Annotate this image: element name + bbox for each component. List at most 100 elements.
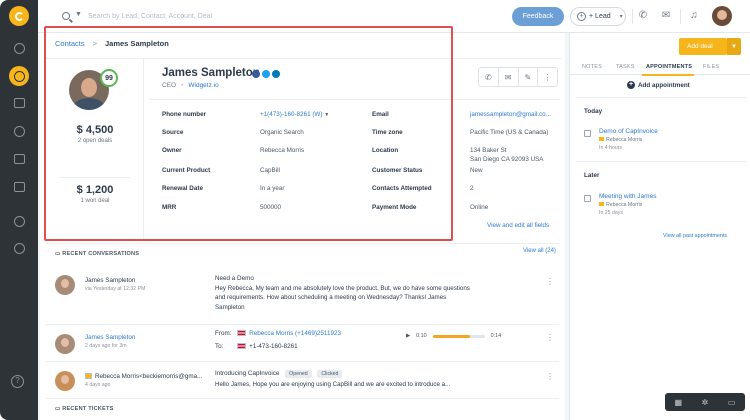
divider xyxy=(576,161,746,162)
divider xyxy=(632,9,633,24)
call-icon[interactable]: ✆ xyxy=(479,68,499,86)
contacts-nav-icon[interactable] xyxy=(11,40,27,56)
field-value: 134 Baker St xyxy=(470,147,507,154)
help-icon[interactable]: ? xyxy=(11,375,24,388)
call-to: To: +1-473-160-8261 xyxy=(215,343,298,350)
edit-icon[interactable]: ✎ xyxy=(519,68,539,86)
search-input[interactable] xyxy=(88,9,328,24)
field-value: In a year xyxy=(260,185,285,192)
won-deals-stat[interactable]: $ 1,200 1 won deal xyxy=(46,184,144,204)
call-log-item[interactable]: James Sampleton 2 days ago for 3m From: … xyxy=(46,325,559,362)
settings-nav-icon[interactable] xyxy=(11,240,27,256)
field-label: Customer Status xyxy=(372,167,423,174)
us-flag-icon xyxy=(237,330,247,337)
won-deals-amount: $ 1,200 xyxy=(76,184,114,196)
play-icon[interactable]: ▶ xyxy=(406,333,410,339)
view-all-conversations-link[interactable]: View all (24) xyxy=(523,248,556,254)
twitter-icon[interactable] xyxy=(262,70,270,78)
feedback-button[interactable]: Feedback xyxy=(512,7,564,26)
profile-nav-icon[interactable] xyxy=(9,66,29,86)
dot-separator: • xyxy=(181,82,184,89)
facebook-icon[interactable] xyxy=(252,70,260,78)
add-lead-button[interactable]: + + Lead ▾ xyxy=(570,7,626,26)
linkedin-icon[interactable] xyxy=(272,70,280,78)
open-deals-stat[interactable]: $ 4,500 2 open deals xyxy=(46,124,144,144)
field-label: Email xyxy=(372,111,389,118)
open-deals-label: 2 open deals xyxy=(77,138,113,144)
conversation-sender[interactable]: James Sampleton xyxy=(85,334,135,341)
won-deals-label: 1 won deal xyxy=(80,198,110,204)
avatar xyxy=(55,275,75,295)
recent-conversations-heading: ▭ RECENT CONVERSATIONS xyxy=(55,251,140,257)
email-value[interactable]: jamessampleton@gmail.co... xyxy=(470,111,551,118)
chevron-down-icon[interactable]: ▼ xyxy=(75,11,82,18)
field-label: Owner xyxy=(162,147,182,154)
open-deals-amount: $ 4,500 xyxy=(76,124,114,136)
breadcrumb-contacts-link[interactable]: Contacts xyxy=(55,39,85,48)
grid-icon[interactable]: ▦ xyxy=(665,393,692,411)
activity-tabs: NOTES TASKS APPOINTMENTS FILES xyxy=(570,62,750,76)
contact-role: CEO xyxy=(162,82,177,89)
bell-icon[interactable]: ♫ xyxy=(688,10,700,22)
add-deal-button[interactable]: Add deal xyxy=(679,38,727,55)
tab-appointments[interactable]: APPOINTMENTS xyxy=(646,64,692,70)
search-icon[interactable] xyxy=(62,12,70,20)
plus-icon: + xyxy=(627,81,635,89)
app-window: ? ▼ Feedback + + Lead ▾ ✆ ✉ ♫ Contacts >… xyxy=(0,0,750,420)
conversation-time: 4 days ago xyxy=(85,382,111,388)
more-icon[interactable]: ⋮ xyxy=(546,333,554,342)
view-past-appointments-link[interactable]: View all past appointments xyxy=(663,233,727,239)
breadcrumb-separator: > xyxy=(92,39,97,48)
contact-profile-card: 99 $ 4,500 2 open deals $ 1,200 1 won de… xyxy=(46,58,561,248)
more-icon[interactable]: ⋮ xyxy=(538,68,557,86)
email-item[interactable]: Rebecca Morris<beckiemorris@gma... 4 day… xyxy=(46,362,559,399)
phone-value[interactable]: +1(473)-160-8261 (W) ▼ xyxy=(260,111,329,118)
avatar xyxy=(55,371,75,391)
more-icon[interactable]: ⋮ xyxy=(546,372,554,381)
playback-progress[interactable] xyxy=(432,334,485,338)
tools-icon[interactable]: ✲ xyxy=(692,393,719,411)
field-value: Organic Search xyxy=(260,129,304,136)
field-value: San Diego CA 92093 USA xyxy=(470,156,544,163)
phone-icon[interactable]: ✆ xyxy=(637,10,649,22)
add-appointment-button[interactable]: + Add appointment xyxy=(627,81,690,89)
mail-icon[interactable]: ✉ xyxy=(660,10,672,22)
view-all-fields-link[interactable]: View and edit all fields xyxy=(487,222,549,229)
field-label: Contacts Attempted xyxy=(372,185,432,192)
contact-summary-column: 99 $ 4,500 2 open deals $ 1,200 1 won de… xyxy=(46,59,144,239)
appointment-title[interactable]: Demo of CapInvoice xyxy=(599,128,658,135)
conversations-nav-icon[interactable] xyxy=(11,151,27,167)
chevron-down-icon[interactable]: ▼ xyxy=(727,38,741,55)
integrations-nav-icon[interactable] xyxy=(11,213,27,229)
conversation-item[interactable]: James Sampleton via Yesterday at 12:32 P… xyxy=(46,265,559,325)
field-label: Phone number xyxy=(162,111,207,118)
mail-icon[interactable]: ✉ xyxy=(499,68,519,86)
appointment-title[interactable]: Meeting with James xyxy=(599,193,656,200)
divider xyxy=(60,177,130,178)
appointment-owner: Rebecca Morris xyxy=(599,202,642,208)
tab-notes[interactable]: NOTES xyxy=(582,64,602,70)
field-value: Rebecca Morris xyxy=(260,147,305,154)
field-label: MRR xyxy=(162,204,177,211)
call-from: From: Rebecca Morris (+1469)2511923 xyxy=(215,330,341,337)
conversation-sender: Rebecca Morris<beckiemorris@gma... xyxy=(85,373,202,380)
reports-nav-icon[interactable] xyxy=(11,179,27,195)
conversation-body: Hey Rebecca, My team and me absolutely l… xyxy=(215,285,470,311)
tab-files[interactable]: FILES xyxy=(703,64,719,70)
appointment-owner: Rebecca Morris xyxy=(599,137,642,143)
contact-company-link[interactable]: Widgetz.io xyxy=(188,82,218,89)
tab-tasks[interactable]: TASKS xyxy=(616,64,635,70)
more-icon[interactable]: ⋮ xyxy=(546,277,554,286)
chevron-down-icon[interactable]: ▼ xyxy=(324,112,329,118)
accounts-nav-icon[interactable] xyxy=(11,95,27,111)
chevron-down-icon: ▾ xyxy=(619,14,623,20)
deals-nav-icon[interactable] xyxy=(11,123,27,139)
clicked-tag: Clicked xyxy=(317,370,343,378)
window-icon[interactable]: ▭ xyxy=(718,393,745,411)
logo-icon[interactable] xyxy=(9,6,29,26)
recent-tickets-heading: ▭ RECENT TICKETS xyxy=(55,406,114,412)
conversation-sender: James Sampleton xyxy=(85,277,136,284)
plus-icon: + xyxy=(577,12,586,21)
add-lead-label: + Lead xyxy=(589,13,611,20)
user-avatar[interactable] xyxy=(712,6,732,26)
